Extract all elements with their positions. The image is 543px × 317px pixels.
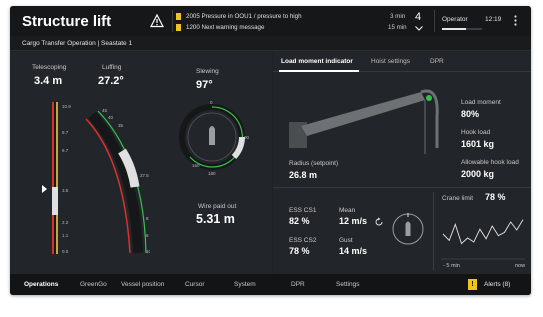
operation-label: Cargo Transfer Operation | Seastate 1 [22,40,133,47]
luff-tick: 8 [146,216,149,221]
slew-tick: 90 [244,135,250,140]
alert-time: 3 min [390,13,406,20]
tele-tick: 10.9 [62,104,71,109]
luffing-label: Luffing [102,64,122,71]
wind-mean-value: 12 m/s [339,216,368,226]
tele-tick: 1.1 [62,233,69,238]
wire-label: Wire paid out [198,203,237,210]
allowable-load-value: 2000 kg [461,169,495,179]
luff-tick: 6 [146,233,149,238]
telescoping-value: 3.4 m [34,75,63,87]
user-role[interactable]: Operator [442,16,468,23]
ess-cs1-value: 82 % [289,216,310,226]
tele-tick: 6.7 [62,148,69,153]
luff-tick: 40 [108,115,114,120]
app-window: Structure lift 2005 Pressure in OOU1 / p… [10,6,531,295]
warning-triangle-icon[interactable] [150,14,164,28]
alert-item[interactable]: 1200 Next warning message [176,22,264,33]
divider [172,10,173,32]
slewing-value: 97° [196,79,213,91]
role-progress [442,28,482,30]
nav-cursor[interactable]: Cursor [185,281,205,288]
nav-system[interactable]: System [234,281,256,288]
alert-time: 15 min [388,24,407,31]
alert-icon[interactable]: ! [468,279,477,290]
luffing-gauge: 45 40 35 27.5 8 6 10 [85,108,150,254]
slew-tick: 150 [192,163,200,168]
luff-tick: 35 [118,123,124,128]
hook-load-label: Hook load [461,129,491,136]
slewing-label: Slewing [196,68,219,75]
luffing-value: 27.2° [98,75,124,87]
load-panel: Load moment indicator Hoist settings DPR… [273,52,531,274]
alert-item[interactable]: 2005 Pressure in OOU1 / pressure to high [176,11,302,22]
tele-tick: 2.2 [62,220,69,225]
chart-x-end: now [515,263,526,269]
crane-limit-value: 78 % [485,192,506,202]
crane-limit-label: Crane limit [442,195,474,202]
crane-limit-line [442,219,524,245]
bottom-navigation: Operations GreenGo Vessel position Curso… [10,274,531,295]
tab-bar: Load moment indicator Hoist settings DPR [273,52,531,72]
luff-tick: 45 [102,108,108,113]
wind-gust-value: 14 m/s [339,246,368,256]
crane-boom-illustration [289,89,439,154]
radius-label: Radius (setpoint) [289,160,339,167]
load-moment-label: Load moment [461,99,501,106]
ess-cs1-label: ESS CS1 [289,207,317,214]
active-tab-indicator [279,70,359,72]
tele-tick: 0.0 [62,249,69,254]
wire-value: 5.31 m [196,212,235,226]
ess-cs2-value: 78 % [289,246,310,256]
refresh-icon[interactable] [374,217,384,227]
luff-tick: 10 [146,249,150,254]
clock: 12:19 [485,16,502,23]
hook-load-value: 1601 kg [461,139,495,149]
divider [434,10,435,32]
top-bar: Structure lift 2005 Pressure in OOU1 / p… [10,6,531,36]
alert-text: 1200 Next warning message [186,24,265,31]
nav-dpr[interactable]: DPR [291,281,305,288]
app-title: Structure lift [22,13,112,30]
crane-limit-chart [441,219,525,260]
wind-gust-label: Gust [339,237,353,244]
divider [433,192,434,270]
telescoping-label: Telescoping [32,64,67,71]
slew-tick: 180 [208,171,216,176]
load-moment-value: 80% [461,109,480,119]
allowable-load-label: Allowable hook load [461,159,519,166]
alert-count: 4 [415,11,422,23]
nav-settings[interactable]: Settings [336,281,360,288]
divider [273,187,531,188]
wind-direction-compass [392,213,424,245]
tab-hoist-settings[interactable]: Hoist settings [371,58,410,65]
crane-motion-panel: Telescoping 3.4 m 10.9 8.7 6.7 3.5 2.2 1… [10,52,272,274]
nav-vessel-position[interactable]: Vessel position [121,281,164,288]
nav-greengo[interactable]: GreenGo [80,281,107,288]
tele-tick: 3.5 [62,188,69,193]
slewing-gauge: 0 90 150 180 [179,100,250,176]
chevron-down-icon[interactable] [415,26,423,31]
tab-dpr[interactable]: DPR [430,58,444,65]
alert-text: 2005 Pressure in OOU1 / pressure to high [186,13,302,20]
wind-mean-label: Mean [339,207,356,214]
ess-cs2-label: ESS CS2 [289,237,317,244]
alert-marker-icon [176,13,181,20]
nav-operations[interactable]: Operations [24,281,58,288]
operation-bar: Cargo Transfer Operation | Seastate 1 [10,36,531,51]
tele-tick: 8.7 [62,130,69,135]
tab-load-moment[interactable]: Load moment indicator [281,58,353,65]
alert-marker-icon [176,24,181,31]
telescoping-gauge: 10.9 8.7 6.7 3.5 2.2 1.1 0.0 [42,102,71,254]
more-menu-icon[interactable] [514,15,517,26]
chart-x-start: - 5 min [443,263,460,269]
radius-value: 26.8 m [289,170,318,180]
luff-tick: 27.5 [140,173,149,178]
nav-alerts[interactable]: Alerts (8) [484,281,510,288]
